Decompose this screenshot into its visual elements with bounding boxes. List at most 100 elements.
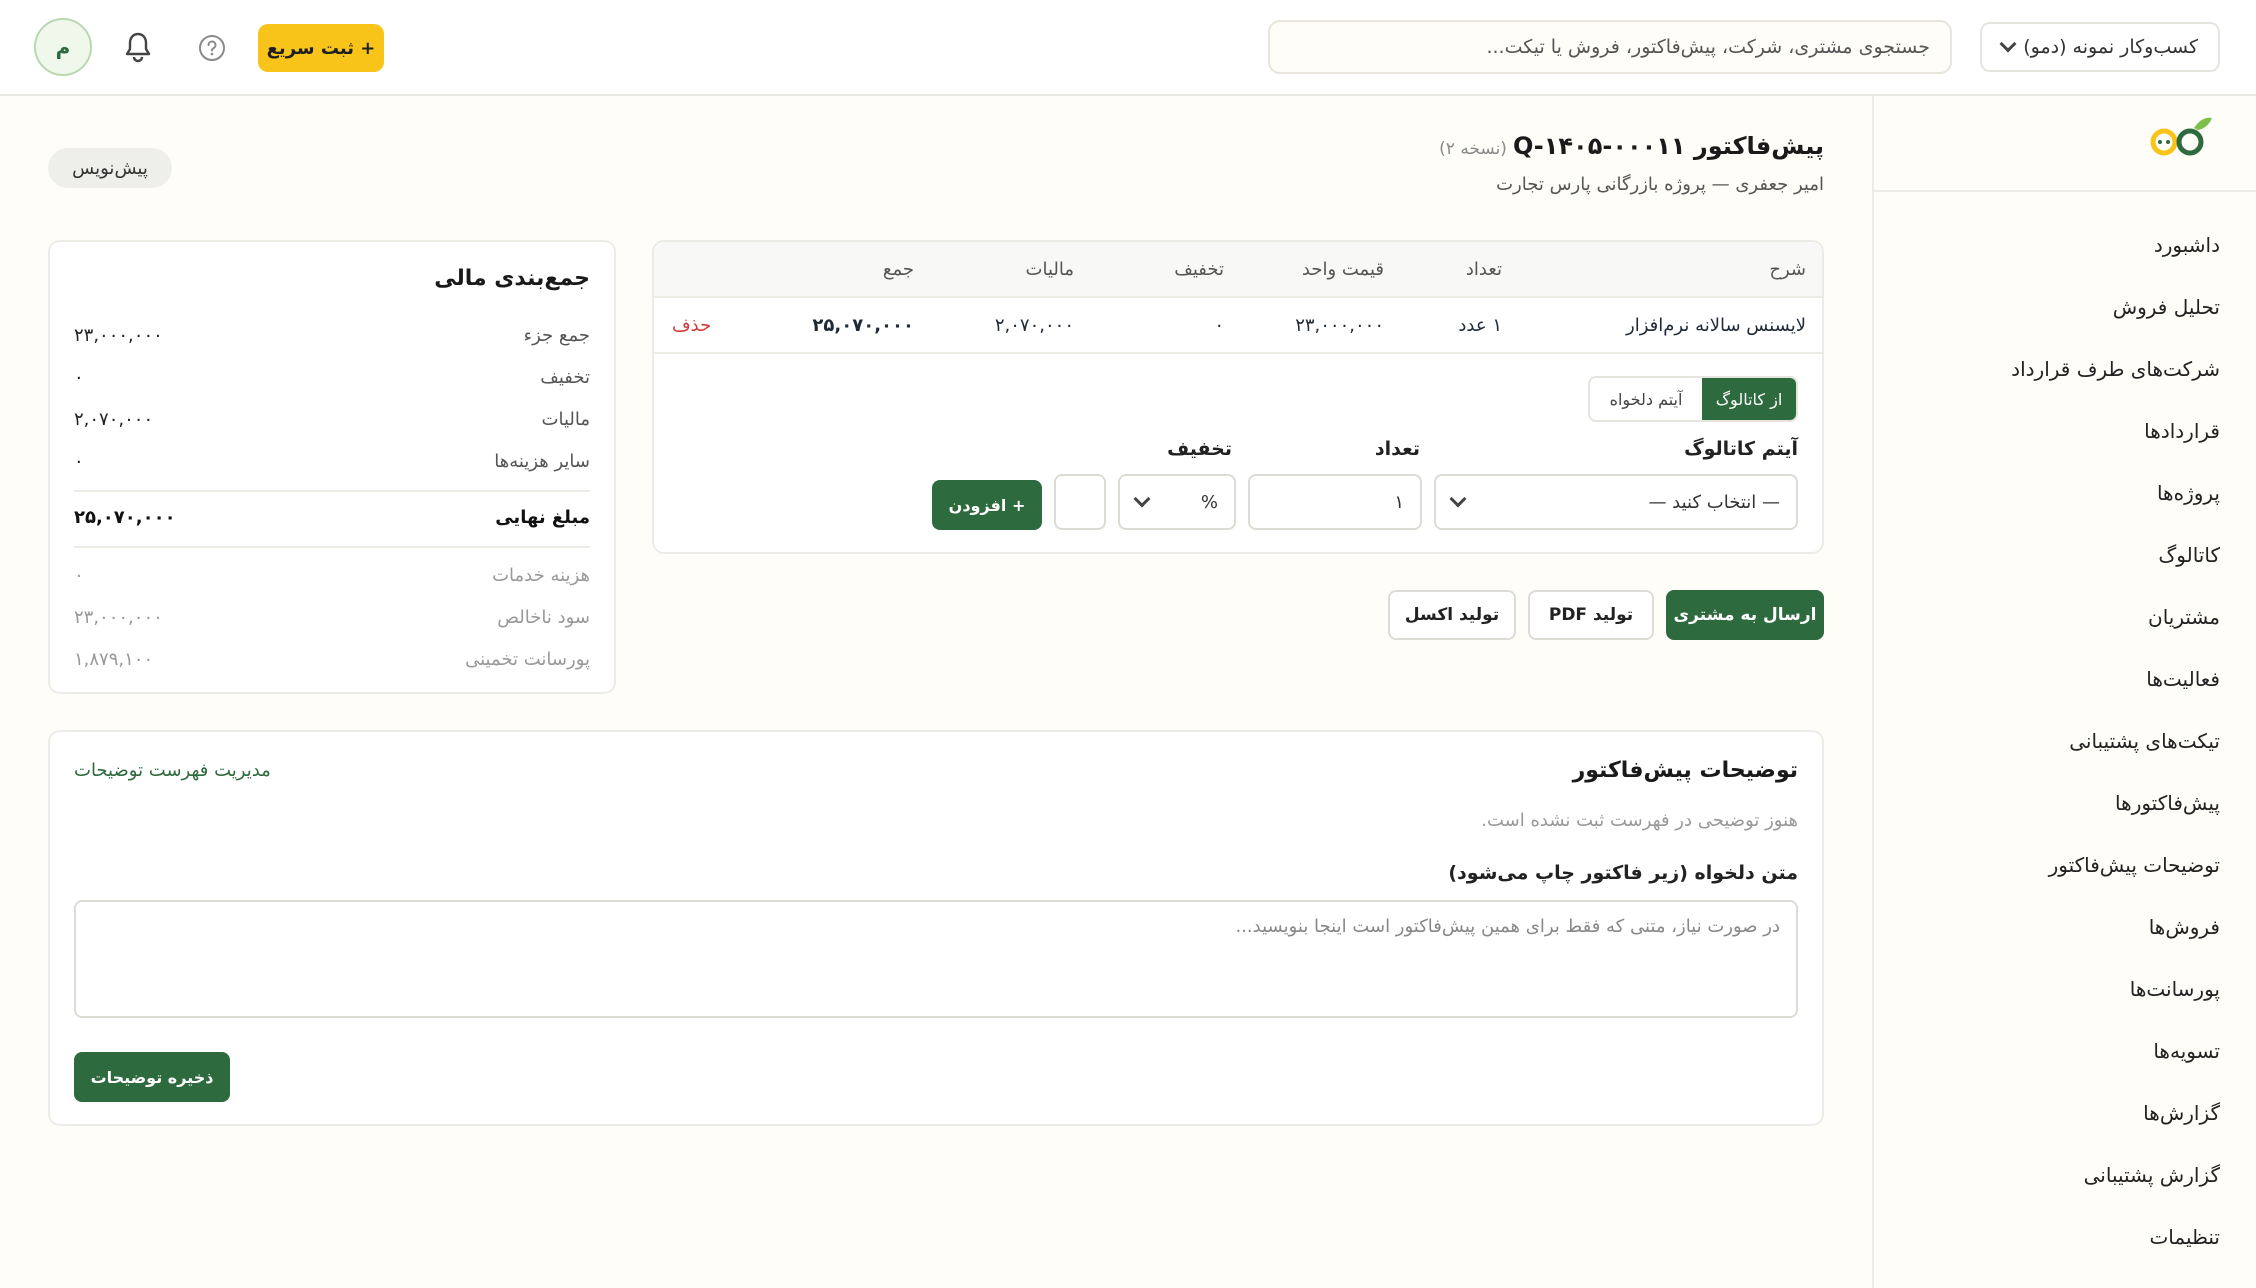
summary-label: جمع جزء — [523, 324, 590, 346]
sidebar-item-contracts[interactable]: قراردادها — [2011, 400, 2220, 462]
summary-row-estimated-commission: پورسانت تخمینی ۱,۸۷۹,۱۰۰ — [74, 638, 590, 680]
generate-pdf-button[interactable]: تولید PDF — [1528, 590, 1654, 640]
header-discount: تخفیف — [1174, 259, 1224, 280]
catalog-item-select[interactable]: — انتخاب کنید — — [1434, 474, 1798, 530]
summary-value: ۰ — [74, 450, 84, 472]
quick-add-button[interactable]: + ثبت سریع — [258, 24, 384, 72]
summary-label: هزینه خدمات — [492, 564, 590, 586]
summary-label: مالیات — [541, 408, 590, 430]
discount-type-value: % — [1200, 491, 1218, 513]
items-table-header: شرح تعداد قیمت واحد تخفیف مالیات جمع — [654, 242, 1822, 298]
summary-row-final-amount: مبلغ نهایی ۲۵,۰۷۰,۰۰۰ — [74, 496, 590, 538]
summary-value: ۲۳,۰۰۰,۰۰۰ — [74, 324, 163, 346]
sidebar-item-settings[interactable]: تنظیمات — [2011, 1206, 2220, 1268]
page-header: پیش‌فاکتور Q-۱۴۰۵-۰۰۰۱۱(نسخه ۲) امیر جعف… — [1439, 132, 1824, 195]
discount-value-input[interactable] — [1054, 474, 1106, 530]
send-to-customer-button[interactable]: ارسال به مشتری — [1666, 590, 1824, 640]
sidebar-item-support-report[interactable]: گزارش پشتیبانی — [2011, 1144, 2220, 1206]
header-total: جمع — [882, 259, 914, 280]
summary-label: سایر هزینه‌ها — [494, 450, 590, 472]
sidebar-item-quotes[interactable]: پیش‌فاکتورها — [2011, 772, 2220, 834]
summary-label: مبلغ نهایی — [495, 506, 590, 528]
financial-summary-title: جمع‌بندی مالی — [434, 266, 590, 291]
sidebar-item-projects[interactable]: پروژه‌ها — [2011, 462, 2220, 524]
item-source-toggle: از کاتالوگ آیتم دلخواه — [1588, 376, 1798, 422]
sidebar-item-dashboard[interactable]: داشبورد — [2011, 214, 2220, 276]
row-tax: ۲,۰۷۰,۰۰۰ — [994, 315, 1074, 336]
save-notes-button[interactable]: ذخیره توضیحات — [74, 1052, 230, 1102]
summary-label: سود ناخالص — [497, 606, 590, 628]
quote-title: پیش‌فاکتور Q-۱۴۰۵-۰۰۰۱۱ — [1512, 132, 1824, 160]
generate-excel-button[interactable]: تولید اکسل — [1388, 590, 1516, 640]
sidebar-item-quote-notes[interactable]: توضیحات پیش‌فاکتور — [2011, 834, 2220, 896]
sidebar-divider — [1872, 190, 2256, 192]
sidebar-item-sales-analysis[interactable]: تحلیل فروش — [2011, 276, 2220, 338]
top-bar: کسب‌وکار نمونه (دمو) جستجوی مشتری، شرکت،… — [0, 0, 2256, 96]
summary-label: تخفیف — [540, 366, 590, 388]
sidebar-item-customers[interactable]: مشتریان — [2011, 586, 2220, 648]
page-subtitle: امیر جعفری — پروژه بازرگانی پارس تجارت — [1496, 174, 1824, 195]
manage-notes-link[interactable]: مدیریت فهرست توضیحات — [74, 760, 271, 781]
chevron-down-icon — [1133, 490, 1151, 508]
row-desc: لایسنس سالانه نرم‌افزار — [1626, 315, 1806, 336]
header-desc: شرح — [1769, 259, 1806, 280]
sidebar-nav: داشبورد تحلیل فروش شرکت‌های طرف قرارداد … — [2011, 214, 2220, 1268]
summary-value: ۲۳,۰۰۰,۰۰۰ — [74, 606, 163, 628]
summary-divider — [74, 490, 590, 492]
avatar[interactable]: م — [34, 18, 92, 76]
search-input[interactable]: جستجوی مشتری، شرکت، پیش‌فاکتور، فروش یا … — [1268, 20, 1952, 74]
business-selector[interactable]: کسب‌وکار نمونه (دمو) — [1980, 22, 2220, 72]
business-selector-label: کسب‌وکار نمونه (دمو) — [2023, 36, 2198, 58]
custom-text-placeholder: در صورت نیاز، متنی که فقط برای همین پیش‌… — [1235, 916, 1780, 937]
summary-label: پورسانت تخمینی — [465, 648, 590, 670]
delete-row-link[interactable]: حذف — [672, 298, 711, 354]
row-unit-price: ۲۳,۰۰۰,۰۰۰ — [1295, 315, 1384, 336]
custom-text-label: متن دلخواه (زیر فاکتور چاپ می‌شود) — [1448, 862, 1798, 884]
help-icon[interactable] — [198, 34, 226, 62]
sidebar-item-reports[interactable]: گزارش‌ها — [2011, 1082, 2220, 1144]
add-item-button[interactable]: + افزودن — [932, 480, 1042, 530]
discount-type-select[interactable]: % — [1118, 474, 1236, 530]
discount-label: تخفیف — [1167, 438, 1232, 460]
summary-row-tax: مالیات ۲,۰۷۰,۰۰۰ — [74, 398, 590, 440]
financial-summary-card: جمع‌بندی مالی جمع جزء ۲۳,۰۰۰,۰۰۰ تخفیف ۰… — [48, 240, 616, 694]
custom-text-textarea[interactable]: در صورت نیاز، متنی که فقط برای همین پیش‌… — [74, 900, 1798, 1018]
summary-divider — [74, 546, 590, 548]
summary-value: ۰ — [74, 564, 84, 586]
search-placeholder: جستجوی مشتری، شرکت، پیش‌فاکتور، فروش یا … — [1486, 36, 1930, 58]
bell-icon[interactable] — [122, 30, 154, 64]
sidebar: lim داشبورد تحلیل فروش شرکت‌های طرف قرار… — [1872, 96, 2256, 1288]
sidebar-item-commissions[interactable]: پورسانت‌ها — [2011, 958, 2220, 1020]
notes-title: توضیحات پیش‌فاکتور — [1572, 758, 1798, 783]
quote-version: (نسخه ۲) — [1439, 139, 1507, 159]
avatar-initial: م — [55, 35, 71, 59]
quote-notes-card: توضیحات پیش‌فاکتور مدیریت فهرست توضیحات … — [48, 730, 1824, 1126]
row-total: ۲۵,۰۷۰,۰۰۰ — [812, 315, 914, 336]
header-tax: مالیات — [1025, 259, 1074, 280]
row-qty: ۱ عدد — [1458, 315, 1502, 336]
summary-row-discount: تخفیف ۰ — [74, 356, 590, 398]
tab-custom-item[interactable]: آیتم دلخواه — [1590, 378, 1702, 420]
quote-items-card: شرح تعداد قیمت واحد تخفیف مالیات جمع لای… — [652, 240, 1824, 554]
header-qty: تعداد — [1465, 259, 1502, 280]
limoo-logo[interactable]: lim — [2076, 114, 2216, 168]
quantity-value: ۱ — [1394, 491, 1404, 513]
catalog-item-label: آیتم کاتالوگ — [1684, 438, 1798, 460]
summary-value: ۱,۸۷۹,۱۰۰ — [74, 648, 154, 670]
quantity-input[interactable]: ۱ — [1248, 474, 1422, 530]
tab-from-catalog[interactable]: از کاتالوگ — [1702, 378, 1796, 420]
sidebar-item-companies[interactable]: شرکت‌های طرف قرارداد — [2011, 338, 2220, 400]
header-unit-price: قیمت واحد — [1301, 259, 1384, 280]
sidebar-item-catalog[interactable]: کاتالوگ — [2011, 524, 2220, 586]
catalog-item-value: — انتخاب کنید — — [1648, 491, 1780, 513]
sidebar-item-sales[interactable]: فروش‌ها — [2011, 896, 2220, 958]
sidebar-item-support-tickets[interactable]: تیکت‌های پشتیبانی — [2011, 710, 2220, 772]
table-row: لایسنس سالانه نرم‌افزار ۱ عدد ۲۳,۰۰۰,۰۰۰… — [654, 298, 1822, 354]
summary-value: ۰ — [74, 366, 84, 388]
sidebar-item-activities[interactable]: فعالیت‌ها — [2011, 648, 2220, 710]
summary-value: ۲,۰۷۰,۰۰۰ — [74, 408, 154, 430]
sidebar-item-settlements[interactable]: تسویه‌ها — [2011, 1020, 2220, 1082]
summary-row-subtotal: جمع جزء ۲۳,۰۰۰,۰۰۰ — [74, 314, 590, 356]
summary-value: ۲۵,۰۷۰,۰۰۰ — [74, 506, 176, 528]
summary-row-other-costs: سایر هزینه‌ها ۰ — [74, 440, 590, 482]
